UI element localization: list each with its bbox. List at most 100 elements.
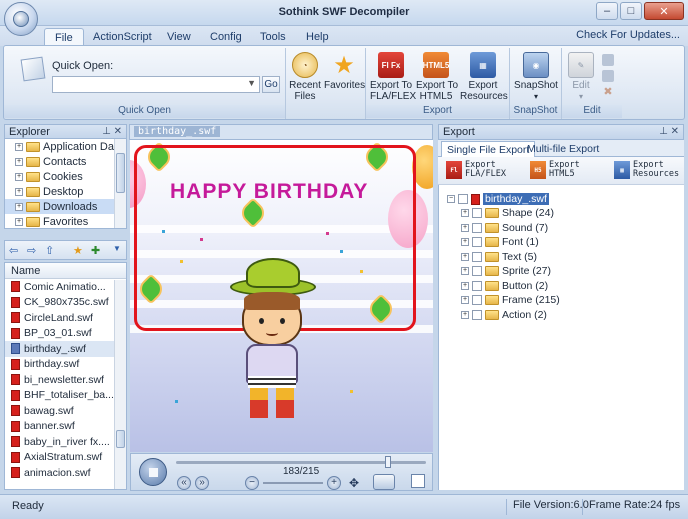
file-row[interactable]: CircleLand.swf — [5, 310, 126, 326]
check-updates-link[interactable]: Check For Updates... — [576, 29, 680, 41]
delete-icon[interactable]: ✖ — [602, 86, 614, 98]
file-row[interactable]: animacion.swf — [5, 465, 126, 481]
expand-icon[interactable]: + — [461, 209, 469, 217]
file-row[interactable]: BHF_totaliser_ba... — [5, 388, 126, 404]
tab-config[interactable]: Config — [200, 28, 252, 46]
checkbox[interactable] — [472, 295, 482, 305]
file-row[interactable]: baby_in_river fx.... — [5, 434, 126, 450]
zoom-out-icon[interactable]: − — [245, 476, 259, 490]
expand-icon[interactable]: + — [15, 172, 23, 181]
fit-icon[interactable] — [411, 474, 425, 488]
file-row[interactable]: bi_newsletter.swf — [5, 372, 126, 388]
name-column-header[interactable]: Name — [5, 263, 126, 279]
tree-item-shape[interactable]: + Shape (24) — [461, 206, 554, 220]
expand-icon[interactable]: + — [461, 296, 469, 304]
checkbox[interactable] — [458, 194, 468, 204]
file-row[interactable]: CK_980x735c.swf — [5, 295, 126, 311]
stop-button[interactable] — [139, 458, 167, 486]
expand-icon[interactable]: + — [461, 223, 469, 232]
file-row[interactable]: birthday.swf — [5, 357, 126, 373]
checkbox[interactable] — [472, 208, 482, 218]
tree-item-sound[interactable]: + Sound (7) — [461, 221, 548, 235]
file-row[interactable]: Comic Animatio... — [5, 279, 126, 295]
expand-icon[interactable]: + — [15, 202, 23, 211]
scroll-thumb[interactable] — [116, 153, 125, 193]
go-button[interactable]: Go — [262, 76, 280, 93]
tree-item-downloads[interactable]: + Downloads — [5, 199, 126, 214]
tree-root[interactable]: − birthday_.swf — [447, 192, 549, 206]
expand-icon[interactable]: + — [461, 238, 469, 246]
favorite-star-icon[interactable]: ★ — [73, 244, 83, 257]
tree-item-button[interactable]: + Button (2) — [461, 279, 548, 293]
tree-item-sprite[interactable]: + Sprite (27) — [461, 264, 551, 278]
next-frame-icon[interactable]: » — [195, 476, 209, 490]
add-icon[interactable]: ✚ — [91, 244, 100, 257]
back-arrow-icon[interactable]: ⇦ — [9, 244, 18, 257]
up-folder-icon[interactable]: ⇧ — [45, 244, 54, 257]
move-icon[interactable]: ✥ — [349, 476, 359, 490]
tree-item-favorites[interactable]: + Favorites — [5, 214, 126, 228]
recent-files-button[interactable]: ◔ Recent Files — [288, 50, 322, 102]
expand-icon[interactable]: + — [461, 281, 469, 290]
tab-view[interactable]: View — [157, 28, 201, 46]
expand-icon[interactable]: + — [461, 252, 469, 261]
export-fla-button[interactable]: Fl Fx Export To FLA/FLEX — [370, 50, 416, 102]
save-icon[interactable] — [602, 54, 614, 66]
view-mode-icon[interactable] — [373, 474, 395, 490]
tab-actionscript[interactable]: ActionScript — [83, 28, 162, 46]
chevron-down-icon[interactable]: ▼ — [113, 244, 121, 253]
tab-file[interactable]: File — [44, 28, 84, 46]
file-row-selected[interactable]: birthday_.swf — [5, 341, 126, 357]
zoom-track[interactable] — [263, 482, 323, 484]
tab-multi-file-export[interactable]: Multi-file Export — [522, 141, 604, 157]
checkbox[interactable] — [472, 266, 482, 276]
export-pane-controls[interactable]: ⊥ ✕ — [659, 126, 679, 137]
zoom-in-icon[interactable]: + — [327, 476, 341, 490]
preview-tab[interactable]: birthday_.swf — [134, 126, 221, 137]
expand-icon[interactable]: + — [15, 217, 23, 226]
forward-arrow-icon[interactable]: ⇨ — [27, 244, 36, 257]
explorer-pane-controls[interactable]: ⊥ ✕ — [102, 126, 122, 137]
maximize-button[interactable]: □ — [620, 2, 642, 20]
timeline-slider[interactable] — [385, 456, 391, 468]
expand-icon[interactable]: + — [461, 310, 469, 319]
save-all-icon[interactable] — [602, 70, 614, 82]
export-fla-tool[interactable]: Fl Export FLA/FLEX — [446, 161, 506, 179]
app-menu-button[interactable] — [4, 2, 38, 36]
edit-button[interactable]: ✎ Edit ▾ — [566, 50, 596, 102]
file-row[interactable]: banner.swf — [5, 419, 126, 435]
export-resources-tool[interactable]: ▦ Export Resources — [614, 161, 679, 179]
scroll-thumb[interactable] — [116, 430, 125, 448]
minimize-button[interactable]: – — [596, 2, 618, 20]
file-row[interactable]: AxialStratum.swf — [5, 450, 126, 466]
checkbox[interactable] — [472, 280, 482, 291]
checkbox[interactable] — [472, 251, 482, 262]
checkbox[interactable] — [472, 309, 482, 320]
file-list-scrollbar[interactable] — [114, 280, 126, 489]
expand-icon[interactable]: + — [15, 187, 23, 196]
checkbox[interactable] — [472, 222, 482, 233]
tree-item-frame[interactable]: + Frame (215) — [461, 293, 560, 307]
close-button[interactable]: ✕ — [644, 2, 684, 20]
tab-help[interactable]: Help — [296, 28, 339, 46]
export-html5-tool[interactable]: H5 Export HTML5 — [530, 161, 580, 179]
tree-item-font[interactable]: + Font (1) — [461, 235, 539, 249]
tree-item-application-data[interactable]: + Application Dat — [5, 139, 126, 154]
quick-open-input[interactable]: ▼ — [52, 76, 260, 93]
tree-scrollbar[interactable] — [114, 139, 126, 228]
tree-item-action[interactable]: + Action (2) — [461, 308, 547, 322]
previous-frame-icon[interactable]: « — [177, 476, 191, 490]
tree-item-cookies[interactable]: + Cookies — [5, 169, 126, 184]
file-row[interactable]: bawag.swf — [5, 403, 126, 419]
export-resources-button[interactable]: ▦ Export Resources — [460, 50, 508, 102]
chevron-down-icon[interactable]: ▼ — [247, 78, 256, 88]
export-html5-button[interactable]: HTML5 Export To HTML5 — [416, 50, 458, 102]
checkbox[interactable] — [472, 237, 482, 247]
tree-item-text[interactable]: + Text (5) — [461, 250, 537, 264]
snapshot-button[interactable]: ◉ SnapShot ▾ — [512, 50, 560, 102]
file-row[interactable]: BP_03_01.swf — [5, 326, 126, 342]
expand-icon[interactable]: + — [15, 142, 23, 151]
favorites-button[interactable]: ★ Favorites — [324, 50, 365, 91]
collapse-icon[interactable]: − — [447, 195, 455, 203]
tab-tools[interactable]: Tools — [250, 28, 296, 46]
